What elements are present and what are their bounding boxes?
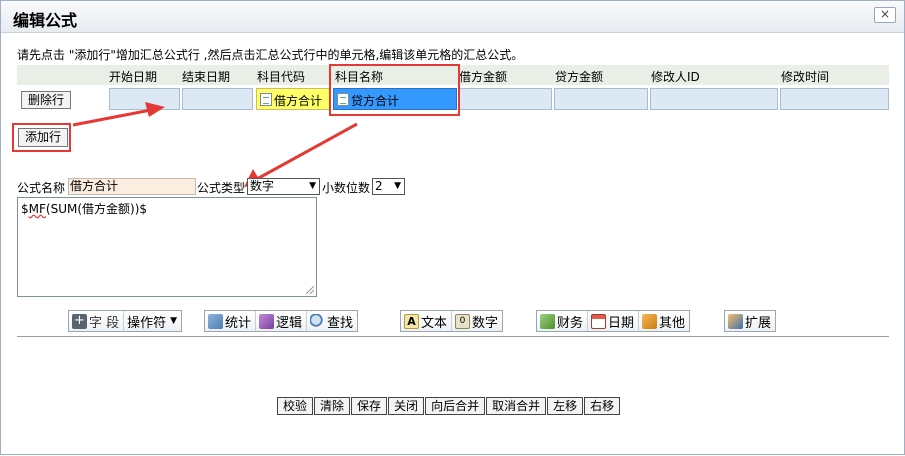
cell-end-date[interactable] <box>182 88 253 110</box>
decimals-select[interactable]: 2 ▼ <box>372 178 405 195</box>
other-button-label: 其他 <box>659 315 686 331</box>
toolbar-group-extend: 扩展 <box>724 310 777 332</box>
operator-label: 操作符 <box>127 315 167 331</box>
text-button[interactable]: A 文本 <box>401 311 453 331</box>
finance-button-label: 财务 <box>557 315 584 331</box>
toolbar-group-functions: 财务 日期 其他 <box>536 310 691 332</box>
logic-button-label: 逻辑 <box>276 315 303 331</box>
close-button[interactable]: 关闭 <box>388 397 425 415</box>
dropdown-caret-icon: ▼ <box>309 181 316 191</box>
logic-button[interactable]: 逻辑 <box>256 311 308 331</box>
other-icon <box>642 313 658 329</box>
calendar-icon <box>591 313 607 329</box>
plus-icon: + <box>72 313 87 329</box>
number-icon: 0 <box>455 313 471 329</box>
highlight-subject-name <box>329 64 460 116</box>
formula-text-mf: MF <box>28 202 46 216</box>
cell-subject-code[interactable]: 借方合计 <box>256 88 330 110</box>
other-button[interactable]: 其他 <box>639 311 689 331</box>
cell-start-date[interactable] <box>109 88 180 110</box>
formula-name-label: 公式名称 <box>17 181 66 195</box>
move-left-button[interactable]: 左移 <box>547 397 584 415</box>
delete-row-button[interactable]: 删除行 <box>21 91 71 109</box>
operator-dropdown[interactable]: 操作符 ▼ <box>124 311 181 331</box>
extend-icon <box>728 313 743 329</box>
column-header-start-date: 开始日期 <box>109 70 158 84</box>
text-icon: A <box>404 313 419 329</box>
validate-button[interactable]: 校验 <box>277 397 314 415</box>
toolbar-group-stats: 统计 逻辑 查找 <box>204 310 359 332</box>
cell-modifier-id[interactable] <box>650 88 778 110</box>
dialog-title: 编辑公式 <box>13 11 78 30</box>
column-header-modifier-id: 修改人ID <box>651 70 700 84</box>
decimals-label: 小数位数 <box>322 181 371 195</box>
extend-button[interactable]: 扩展 <box>725 311 775 331</box>
column-header-credit-amount: 贷方金额 <box>555 70 604 84</box>
extend-button-label: 扩展 <box>745 315 772 331</box>
action-button-bar: 校验 清除 保存 关闭 向后合并 取消合并 左移 右移 <box>277 397 621 415</box>
text-button-label: 文本 <box>421 315 448 331</box>
formula-textarea[interactable]: $MF(SUM(借方金额))$ <box>17 197 317 297</box>
cell-subject-code-value: 借方合计 <box>274 94 323 108</box>
formula-type-value: 数字 <box>250 179 275 193</box>
instruction-text: 请先点击 "添加行"增加汇总公式行 ,然后点击汇总公式行中的单元格,编辑该单元格… <box>17 48 524 62</box>
cell-debit-amount[interactable] <box>459 88 552 110</box>
find-icon <box>310 313 326 329</box>
formula-type-select[interactable]: 数字 ▼ <box>247 178 320 195</box>
cell-credit-amount[interactable] <box>554 88 648 110</box>
cell-modified-time[interactable] <box>780 88 889 110</box>
formula-name-input[interactable]: 借方合计 <box>68 178 196 195</box>
number-button[interactable]: 0 数字 <box>452 311 502 331</box>
column-header-end-date: 结束日期 <box>182 70 231 84</box>
date-button-label: 日期 <box>608 315 635 331</box>
find-button-label: 查找 <box>327 315 354 331</box>
toolbar-group-field: + 字 段 操作符 ▼ <box>68 310 183 332</box>
formula-type-label: 公式类型 <box>197 181 246 195</box>
move-right-button[interactable]: 右移 <box>584 397 621 415</box>
column-header-modified-time: 修改时间 <box>781 70 830 84</box>
logic-icon <box>259 313 275 329</box>
edit-formula-dialog: 编辑公式 × 请先点击 "添加行"增加汇总公式行 ,然后点击汇总公式行中的单元格… <box>0 0 905 455</box>
cell-edit-icon <box>260 93 272 106</box>
dropdown-caret-icon: ▼ <box>394 181 401 191</box>
stats-icon <box>208 313 223 329</box>
finance-button[interactable]: 财务 <box>537 311 589 331</box>
highlight-add-row <box>12 123 71 152</box>
column-header-debit-amount: 借方金额 <box>459 70 508 84</box>
number-button-label: 数字 <box>472 315 499 331</box>
separator-line <box>17 336 889 337</box>
toolbar-group-text: A 文本 0 数字 <box>400 310 504 332</box>
merge-forward-button[interactable]: 向后合并 <box>425 397 486 415</box>
decimals-value: 2 <box>375 179 383 193</box>
find-button[interactable]: 查找 <box>307 311 357 331</box>
clear-button[interactable]: 清除 <box>314 397 351 415</box>
close-icon[interactable]: × <box>874 7 896 23</box>
stats-button-label: 统计 <box>225 315 252 331</box>
formula-text-rest: (SUM(借方金额))$ <box>45 202 148 216</box>
dropdown-caret-icon: ▼ <box>170 316 178 326</box>
dialog-titlebar: 编辑公式 × <box>1 1 904 33</box>
date-button[interactable]: 日期 <box>588 311 640 331</box>
resize-grip[interactable] <box>306 286 314 294</box>
arrow-to-type-line <box>256 122 358 181</box>
formula-text-prefix: $ <box>21 202 29 216</box>
unmerge-button[interactable]: 取消合并 <box>486 397 547 415</box>
stats-button[interactable]: 统计 <box>205 311 257 331</box>
field-button-label: 字 段 <box>89 315 120 331</box>
column-header-subject-code: 科目代码 <box>257 70 306 84</box>
finance-icon <box>540 313 555 329</box>
field-button[interactable]: + 字 段 <box>69 311 125 331</box>
save-button[interactable]: 保存 <box>351 397 388 415</box>
